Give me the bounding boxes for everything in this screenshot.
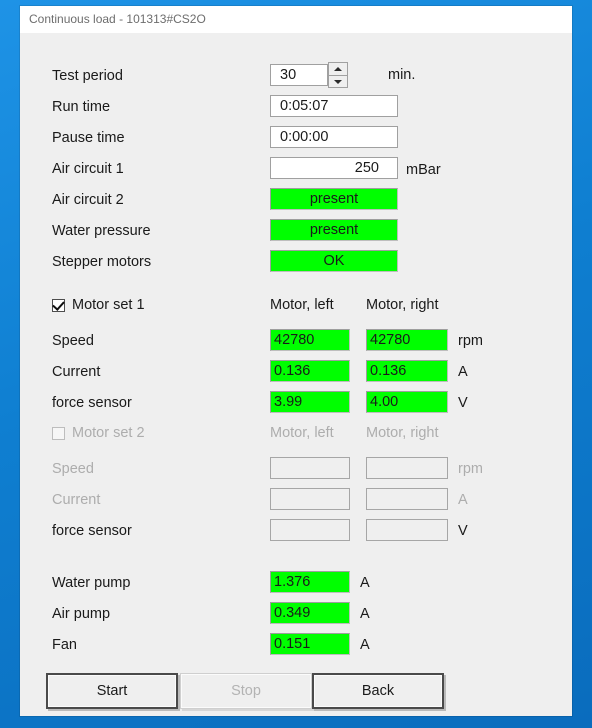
label-water-pressure: Water pressure — [52, 223, 151, 239]
status-water-pressure: present — [270, 219, 398, 241]
stop-button: Stop — [180, 673, 312, 709]
value-ms2-current-left — [270, 488, 350, 510]
unit-air-circuit-1: mBar — [406, 162, 441, 178]
label-run-time: Run time — [52, 99, 111, 115]
unit-ms2-speed: rpm — [458, 461, 483, 477]
label-ms2-speed: Speed — [52, 461, 94, 477]
label-fan: Fan — [52, 637, 77, 653]
label-air-circuit-1: Air circuit 1 — [52, 161, 124, 177]
input-test-period[interactable]: 30 — [270, 64, 328, 86]
unit-water-pump: A — [360, 575, 370, 591]
header-motor-right-1: Motor, right — [366, 297, 439, 313]
back-button[interactable]: Back — [312, 673, 444, 709]
header-motor-left-1: Motor, left — [270, 297, 334, 313]
unit-ms1-force: V — [458, 395, 468, 411]
value-fan: 0.151 — [270, 633, 350, 655]
input-run-time: 0:05:07 — [270, 95, 398, 117]
label-ms1-speed: Speed — [52, 333, 94, 349]
status-air-circuit-2: present — [270, 188, 398, 210]
unit-ms2-force: V — [458, 523, 468, 539]
desktop-background: Continuous load - 101313#CS2O Test perio… — [0, 0, 592, 728]
checkbox-motor-set-2[interactable] — [52, 427, 65, 440]
value-ms1-force-right: 4.00 — [366, 391, 448, 413]
status-stepper-motors: OK — [270, 250, 398, 272]
input-pause-time: 0:00:00 — [270, 126, 398, 148]
value-ms2-speed-right — [366, 457, 448, 479]
header-motor-left-2: Motor, left — [270, 425, 334, 441]
check-icon — [52, 298, 65, 311]
label-pause-time: Pause time — [52, 130, 125, 146]
start-button[interactable]: Start — [46, 673, 178, 709]
value-ms2-speed-left — [270, 457, 350, 479]
label-ms2-current: Current — [52, 492, 101, 508]
unit-ms1-speed: rpm — [458, 333, 483, 349]
value-air-pump: 0.349 — [270, 602, 350, 624]
label-ms2-force-sensor: force sensor — [52, 523, 132, 539]
spinner-test-period[interactable] — [328, 62, 348, 88]
value-water-pump: 1.376 — [270, 571, 350, 593]
window-titlebar[interactable]: Continuous load - 101313#CS2O — [20, 6, 572, 33]
value-ms1-speed-left: 42780 — [270, 329, 350, 351]
spinner-down-button[interactable] — [329, 75, 347, 88]
spinner-up-button[interactable] — [329, 63, 347, 75]
label-water-pump: Water pump — [52, 575, 131, 591]
label-air-circuit-2: Air circuit 2 — [52, 192, 124, 208]
value-ms1-speed-right: 42780 — [366, 329, 448, 351]
header-motor-right-2: Motor, right — [366, 425, 439, 441]
label-test-period: Test period — [52, 68, 123, 84]
application-window: Continuous load - 101313#CS2O Test perio… — [20, 6, 572, 716]
value-ms2-force-right — [366, 519, 448, 541]
label-ms1-force-sensor: force sensor — [52, 395, 132, 411]
window-title: Continuous load - 101313#CS2O — [29, 12, 206, 26]
label-stepper-motors: Stepper motors — [52, 254, 152, 270]
caret-down-icon — [334, 80, 342, 84]
value-air-circuit-1: 250 — [270, 157, 398, 179]
caret-up-icon — [334, 67, 342, 71]
label-motor-set-2: Motor set 2 — [72, 425, 145, 441]
unit-ms1-current: A — [458, 364, 468, 380]
unit-fan: A — [360, 637, 370, 653]
value-ms1-current-left: 0.136 — [270, 360, 350, 382]
unit-ms2-current: A — [458, 492, 468, 508]
unit-air-pump: A — [360, 606, 370, 622]
unit-test-period: min. — [388, 67, 416, 83]
label-air-pump: Air pump — [52, 606, 111, 622]
value-ms2-current-right — [366, 488, 448, 510]
label-ms1-current: Current — [52, 364, 101, 380]
label-motor-set-1: Motor set 1 — [72, 297, 145, 313]
checkbox-motor-set-1[interactable] — [52, 298, 65, 312]
value-ms1-force-left: 3.99 — [270, 391, 350, 413]
value-ms1-current-right: 0.136 — [366, 360, 448, 382]
value-ms2-force-left — [270, 519, 350, 541]
window-client-area: Test period 30 min. Run time 0:05:07 Pau… — [20, 33, 572, 716]
